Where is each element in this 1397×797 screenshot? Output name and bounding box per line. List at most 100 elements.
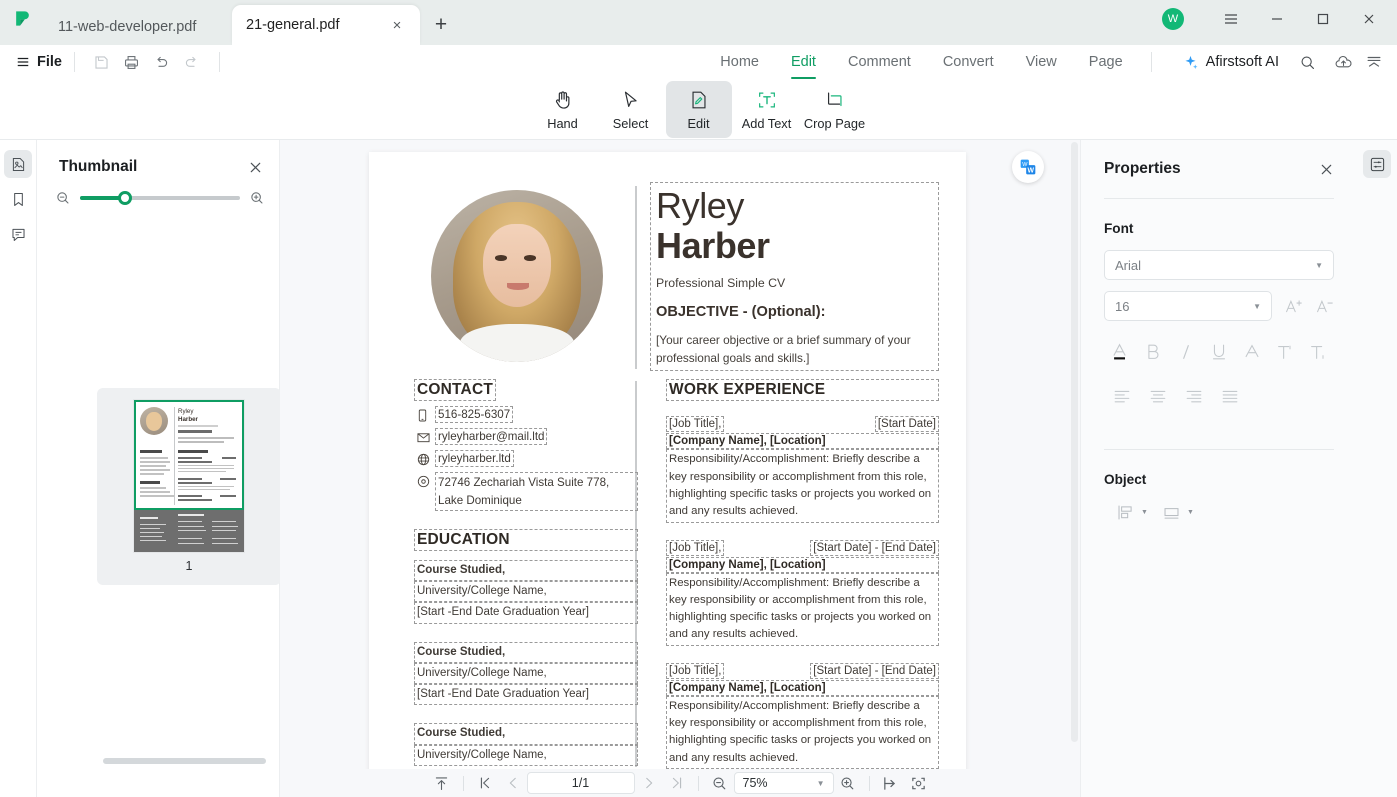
file-menu-button[interactable]: File (16, 54, 62, 70)
decrease-font-size-icon[interactable] (1315, 297, 1334, 316)
page-number-input[interactable]: 1/1 (526, 772, 635, 794)
contact-email-text[interactable]: ryleyharber@mail.ltd (434, 428, 548, 446)
zoom-out-icon[interactable] (706, 772, 734, 794)
thumbnail-panel-icon (12, 157, 24, 171)
avatar[interactable]: W (1162, 8, 1184, 30)
tab-21-general[interactable]: 21-general.pdf × (232, 5, 420, 45)
crop-page-icon (824, 87, 846, 113)
bold-icon[interactable] (1137, 337, 1170, 367)
font-color-icon[interactable] (1104, 337, 1137, 367)
ribbon-label: Select (612, 116, 649, 131)
italic-icon[interactable] (1170, 337, 1203, 367)
undo-icon[interactable] (147, 49, 177, 75)
rail-thumbnail-panel[interactable] (4, 150, 32, 178)
maximize-icon[interactable] (1301, 4, 1345, 34)
close-icon[interactable] (248, 160, 263, 175)
work-heading-box[interactable]: WORK EXPERIENCE (666, 379, 939, 402)
afirstsoft-ai-button[interactable]: Afirstsoft AI (1182, 54, 1279, 71)
menu-right-icons (1334, 53, 1383, 72)
next-page-icon[interactable] (635, 772, 663, 794)
collapse-ribbon-icon[interactable] (1365, 53, 1383, 71)
name-text-box[interactable]: Ryley Harber Professional Simple CV OBJE… (650, 181, 939, 372)
ribbon-add-text-tool[interactable]: Add Text (734, 81, 800, 138)
education-item[interactable]: Course Studied, University/College Name,… (414, 641, 638, 706)
tab-close-icon[interactable]: × (388, 16, 406, 34)
strikethrough-icon[interactable] (1235, 337, 1268, 367)
pdf-page[interactable]: Ryley Harber Professional Simple CV OBJE… (369, 152, 966, 769)
zoom-out-icon[interactable] (55, 190, 71, 206)
save-icon[interactable] (87, 49, 117, 75)
education-heading-box[interactable]: EDUCATION (414, 528, 638, 551)
document-vertical-scrollbar[interactable] (1071, 142, 1078, 742)
rail-bookmarks[interactable] (4, 185, 32, 213)
font-family-select[interactable]: Arial ▼ (1104, 250, 1334, 280)
document-viewport[interactable]: W W Ryley Harber Professional Simple CV … (280, 140, 1080, 769)
ribbon-hand-tool[interactable]: Hand (530, 81, 596, 138)
align-left-icon[interactable] (1104, 381, 1140, 411)
fit-width-icon[interactable] (877, 772, 905, 794)
menu-tab-edit[interactable]: Edit (775, 45, 832, 79)
close-icon[interactable] (1347, 4, 1391, 34)
contact-website-text[interactable]: ryleyharber.ltd (435, 450, 514, 468)
menu-tab-view[interactable]: View (1010, 45, 1073, 79)
menu-tab-comment[interactable]: Comment (832, 45, 927, 79)
print-icon[interactable] (117, 49, 147, 75)
new-tab-button[interactable]: + (424, 8, 458, 45)
first-page-icon[interactable] (471, 772, 499, 794)
search-icon[interactable] (1299, 54, 1316, 71)
thumbnail-zoom-slider[interactable] (80, 190, 240, 206)
education-item[interactable]: Course Studied, University/College Name, (414, 723, 638, 767)
contact-phone-text[interactable]: 516-825-6307 (434, 406, 514, 424)
menu-tab-convert[interactable]: Convert (927, 45, 1010, 79)
zoom-in-icon[interactable] (834, 772, 862, 794)
properties-toggle-icon[interactable] (1363, 150, 1391, 178)
underline-icon[interactable] (1203, 337, 1236, 367)
cv-left-column: CONTACT 516-825-6307 ryleyharber@mail.lt… (399, 379, 638, 767)
increase-font-size-icon[interactable] (1284, 297, 1303, 316)
previous-page-icon[interactable] (499, 772, 527, 794)
edit-document-icon (688, 87, 710, 113)
thumbnail-page-card[interactable]: Ryley Harber 1 (97, 388, 281, 585)
menu-tab-page[interactable]: Page (1073, 45, 1139, 79)
svg-text:W: W (1028, 167, 1035, 174)
close-icon[interactable] (1319, 162, 1334, 177)
minimize-icon[interactable] (1255, 4, 1299, 34)
text-format-buttons (1104, 337, 1334, 367)
cursor-arrow-icon (620, 87, 642, 113)
scroll-to-top-icon[interactable] (428, 772, 456, 794)
menu-tab-home[interactable]: Home (704, 45, 775, 79)
font-size-select[interactable]: 16 ▼ (1104, 291, 1272, 321)
ribbon-select-tool[interactable]: Select (598, 81, 664, 138)
fit-page-icon[interactable] (905, 772, 933, 794)
ribbon-crop-page-tool[interactable]: Crop Page (802, 81, 868, 138)
convert-to-word-icon[interactable]: W W (1012, 151, 1044, 183)
last-page-icon[interactable] (663, 772, 691, 794)
contact-address-text[interactable]: 72746 Zechariah Vista Suite 778, Lake Do… (435, 472, 638, 511)
tab-11-web-developer[interactable]: 11-web-developer.pdf (44, 8, 232, 45)
work-item[interactable]: [Job Title], [Start Date] - [End Date] [… (665, 539, 939, 647)
work-item[interactable]: [Job Title], [Start Date] [Company Name]… (665, 416, 940, 523)
superscript-icon[interactable] (1268, 337, 1301, 367)
font-section-label: Font (1104, 221, 1134, 236)
job-company: [Company Name], [Location] (666, 556, 939, 573)
ribbon-edit-tool[interactable]: Edit (665, 80, 732, 138)
zoom-level-select[interactable]: 75% ▼ (733, 772, 834, 794)
tab-label: 11-web-developer.pdf (58, 18, 197, 35)
slider-handle[interactable] (118, 191, 133, 205)
align-objects-button[interactable]: ▼ (1116, 503, 1148, 522)
align-justify-icon[interactable] (1212, 381, 1248, 411)
arrange-objects-button[interactable]: ▼ (1162, 503, 1194, 522)
app-menu-icon[interactable] (1209, 4, 1253, 34)
cloud-upload-icon[interactable] (1334, 53, 1353, 72)
align-center-icon[interactable] (1140, 381, 1176, 411)
zoom-in-icon[interactable] (249, 190, 265, 206)
redo-icon[interactable] (177, 49, 207, 75)
subscript-icon[interactable] (1301, 337, 1334, 367)
rail-comments[interactable] (4, 220, 32, 248)
chevron-down-icon: ▼ (816, 778, 825, 788)
work-item[interactable]: [Job Title], [Start Date] - [End Date] [… (665, 662, 939, 769)
align-right-icon[interactable] (1176, 381, 1212, 411)
education-item[interactable]: Course Studied, University/College Name,… (414, 559, 638, 625)
contact-item-website: ryleyharber.ltd (417, 450, 635, 468)
thumbnail-panel-horizontal-scrollbar[interactable] (103, 758, 266, 764)
